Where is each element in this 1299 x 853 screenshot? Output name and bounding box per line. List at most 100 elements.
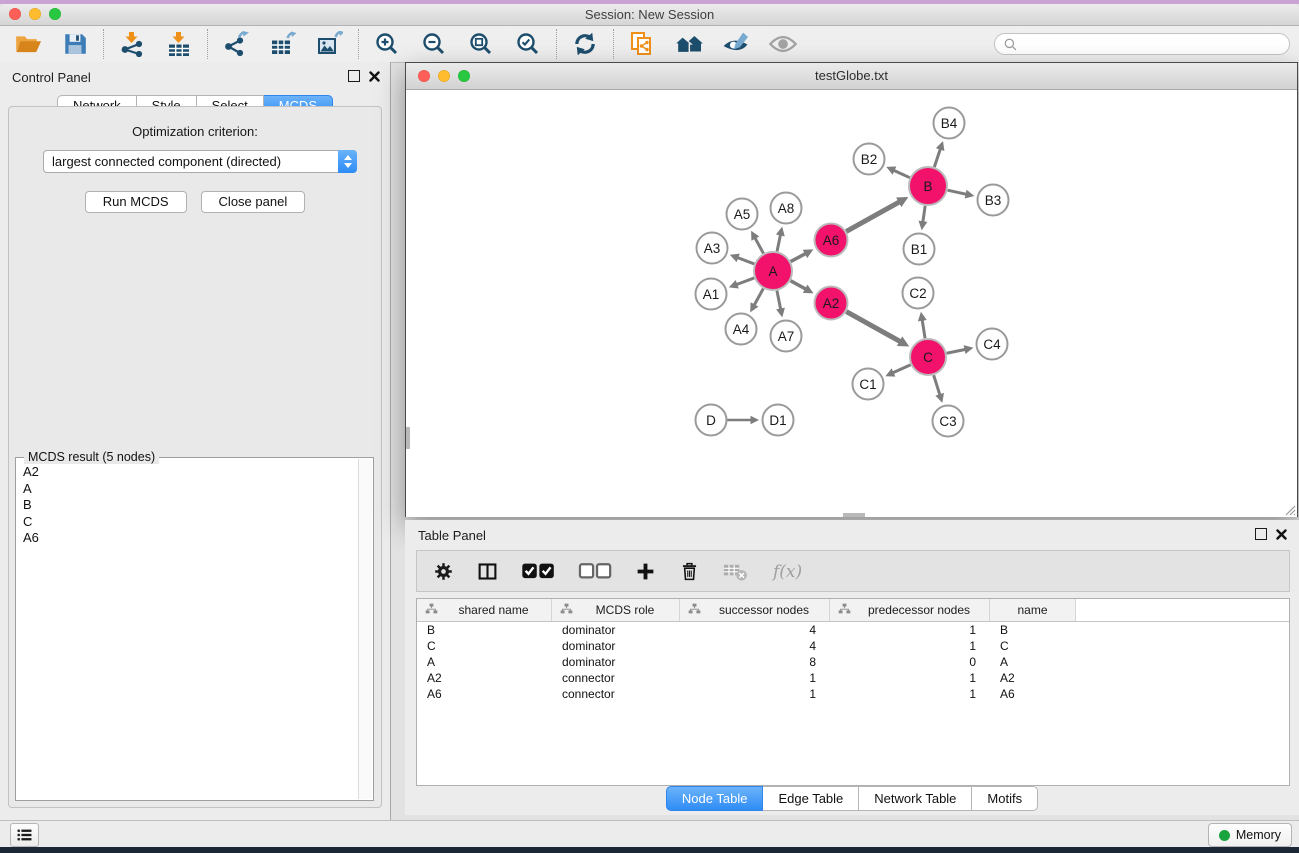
node-B2[interactable]: B2 [854,144,885,175]
node-C1[interactable]: C1 [853,369,884,400]
table-cell[interactable]: 4 [680,639,830,653]
add-column-icon[interactable] [635,559,656,583]
eye-icon[interactable] [768,30,798,58]
network-canvas[interactable]: B4B2BB3A8A5A6A3B1AC2A1A2A4A7C4CC1C3DD1 [406,90,1297,517]
node-D[interactable]: D [696,405,727,436]
node-C[interactable]: C [910,339,946,375]
run-mcds-button[interactable]: Run MCDS [85,191,187,213]
table-cell[interactable]: 4 [680,623,830,637]
table-cell[interactable]: 1 [830,639,990,653]
column-chooser-icon[interactable] [477,559,498,583]
node-A1[interactable]: A1 [696,279,727,310]
export-image-icon[interactable] [315,30,345,58]
table-cell[interactable]: A [417,655,552,669]
table-cell[interactable]: dominator [552,655,680,669]
resize-grip-icon[interactable] [1282,502,1296,516]
horizontal-scrollbar-thumb[interactable] [843,513,865,517]
memory-button[interactable]: Memory [1208,823,1292,847]
float-panel-icon[interactable] [348,70,360,82]
result-item[interactable]: B [23,497,359,514]
tab-network-table[interactable]: Network Table [859,786,972,811]
result-item[interactable]: A2 [23,464,359,481]
node-A[interactable]: A [754,252,792,290]
vertical-scrollbar-thumb[interactable] [406,427,410,449]
delete-column-icon[interactable] [679,559,700,583]
table-row[interactable]: A2connector11A2 [417,670,1289,686]
node-C3[interactable]: C3 [933,406,964,437]
open-session-icon[interactable] [13,30,43,58]
result-item[interactable]: A [23,481,359,498]
close-panel-icon[interactable] [369,71,380,82]
table-cell[interactable]: A6 [417,687,552,701]
tab-node-table[interactable]: Node Table [666,786,764,811]
table-cell[interactable]: 1 [830,671,990,685]
table-row[interactable]: Adominator80A [417,654,1289,670]
table-cell[interactable]: C [417,639,552,653]
export-network-icon[interactable] [221,30,251,58]
table-cell[interactable]: 8 [680,655,830,669]
node-B1[interactable]: B1 [904,234,935,265]
tab-motifs[interactable]: Motifs [972,786,1038,811]
table-cell[interactable]: dominator [552,623,680,637]
column-header-successor-nodes[interactable]: successor nodes [680,599,830,621]
zoom-fit-icon[interactable] [466,30,496,58]
import-network-icon[interactable] [117,30,147,58]
table-row[interactable]: Cdominator41C [417,638,1289,654]
column-header-name[interactable]: name [990,599,1076,621]
node-B[interactable]: B [909,167,947,205]
save-session-icon[interactable] [60,30,90,58]
zoom-selected-icon[interactable] [513,30,543,58]
criterion-dropdown[interactable]: largest connected component (directed) [43,150,357,173]
table-cell[interactable]: A [990,655,1076,669]
export-table-icon[interactable] [268,30,298,58]
import-table-icon[interactable] [164,30,194,58]
table-cell[interactable]: 1 [680,687,830,701]
table-cell[interactable]: connector [552,671,680,685]
network-window-titlebar[interactable]: testGlobe.txt [406,63,1297,90]
deselect-all-columns-icon[interactable] [578,559,612,583]
node-B3[interactable]: B3 [978,185,1009,216]
float-table-panel-icon[interactable] [1255,528,1267,540]
zoom-in-icon[interactable] [372,30,402,58]
table-cell[interactable]: 1 [680,671,830,685]
result-item[interactable]: A6 [23,530,359,547]
close-panel-button[interactable]: Close panel [201,191,306,213]
gear-icon[interactable] [433,559,454,583]
documents-share-icon[interactable] [627,30,657,58]
node-A3[interactable]: A3 [697,233,728,264]
table-row[interactable]: Bdominator41B [417,622,1289,638]
zoom-out-icon[interactable] [419,30,449,58]
tab-edge-table[interactable]: Edge Table [763,786,859,811]
search-input[interactable] [1023,36,1281,52]
table-cell[interactable]: A6 [990,687,1076,701]
node-A2[interactable]: A2 [815,287,848,320]
node-A6[interactable]: A6 [815,224,848,257]
node-A8[interactable]: A8 [771,193,802,224]
column-header-mcds-role[interactable]: MCDS role [552,599,680,621]
table-cell[interactable]: B [417,623,552,637]
table-cell[interactable]: 1 [830,687,990,701]
table-cell[interactable]: 0 [830,655,990,669]
node-A5[interactable]: A5 [727,199,758,230]
houses-icon[interactable] [674,30,704,58]
close-table-panel-icon[interactable] [1276,529,1287,540]
table-row[interactable]: A6connector11A6 [417,686,1289,702]
result-scrollbar[interactable] [358,459,372,799]
column-header-shared-name[interactable]: shared name [417,599,552,621]
node-A4[interactable]: A4 [726,314,757,345]
node-A7[interactable]: A7 [771,321,802,352]
task-history-button[interactable] [10,823,39,847]
table-cell[interactable]: connector [552,687,680,701]
table-cell[interactable]: A2 [990,671,1076,685]
search-field[interactable] [994,33,1290,55]
select-all-columns-icon[interactable] [521,559,555,583]
table-cell[interactable]: A2 [417,671,552,685]
column-header-predecessor-nodes[interactable]: predecessor nodes [830,599,990,621]
eye-pen-icon[interactable] [721,30,751,58]
result-item[interactable]: C [23,514,359,531]
table-cell[interactable]: dominator [552,639,680,653]
table-cell[interactable]: B [990,623,1076,637]
node-B4[interactable]: B4 [934,108,965,139]
node-C2[interactable]: C2 [903,278,934,309]
table-cell[interactable]: 1 [830,623,990,637]
